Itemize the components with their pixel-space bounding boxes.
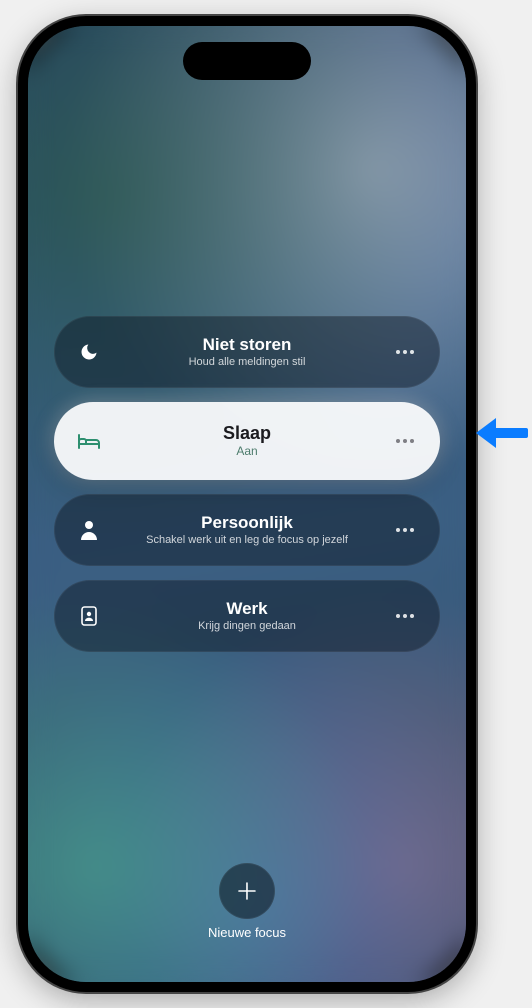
focus-item-subtitle: Houd alle meldingen stil <box>189 356 306 369</box>
more-icon[interactable] <box>392 527 418 533</box>
focus-item-text: Niet storen Houd alle meldingen stil <box>102 335 392 368</box>
focus-list: Niet storen Houd alle meldingen stil <box>28 316 466 652</box>
more-icon[interactable] <box>392 438 418 444</box>
focus-item-work[interactable]: Werk Krijg dingen gedaan <box>54 580 440 652</box>
badge-icon <box>76 606 102 626</box>
new-focus-label: Nieuwe focus <box>208 925 286 940</box>
focus-item-title: Werk <box>226 599 267 619</box>
focus-item-sleep[interactable]: Slaap Aan <box>54 402 440 480</box>
dynamic-island <box>183 42 311 80</box>
bed-icon <box>76 432 102 450</box>
focus-item-text: Werk Krijg dingen gedaan <box>102 599 392 632</box>
phone-frame: Niet storen Houd alle meldingen stil <box>18 16 476 992</box>
more-icon[interactable] <box>392 613 418 619</box>
focus-item-title: Persoonlijk <box>201 513 293 533</box>
focus-item-subtitle: Aan <box>236 445 257 459</box>
focus-item-title: Niet storen <box>203 335 292 355</box>
focus-item-subtitle: Schakel werk uit en leg de focus op jeze… <box>146 534 348 547</box>
phone-screen: Niet storen Houd alle meldingen stil <box>28 26 466 982</box>
focus-item-do-not-disturb[interactable]: Niet storen Houd alle meldingen stil <box>54 316 440 388</box>
plus-icon <box>219 863 275 919</box>
more-icon[interactable] <box>392 349 418 355</box>
focus-item-text: Slaap Aan <box>102 423 392 458</box>
focus-item-personal[interactable]: Persoonlijk Schakel werk uit en leg de f… <box>54 494 440 566</box>
annotation-arrow <box>476 416 528 450</box>
person-icon <box>76 520 102 540</box>
focus-item-text: Persoonlijk Schakel werk uit en leg de f… <box>102 513 392 546</box>
moon-icon <box>76 342 102 362</box>
focus-item-subtitle: Krijg dingen gedaan <box>198 620 296 633</box>
focus-item-title: Slaap <box>223 423 271 444</box>
new-focus-button[interactable]: Nieuwe focus <box>208 863 286 940</box>
